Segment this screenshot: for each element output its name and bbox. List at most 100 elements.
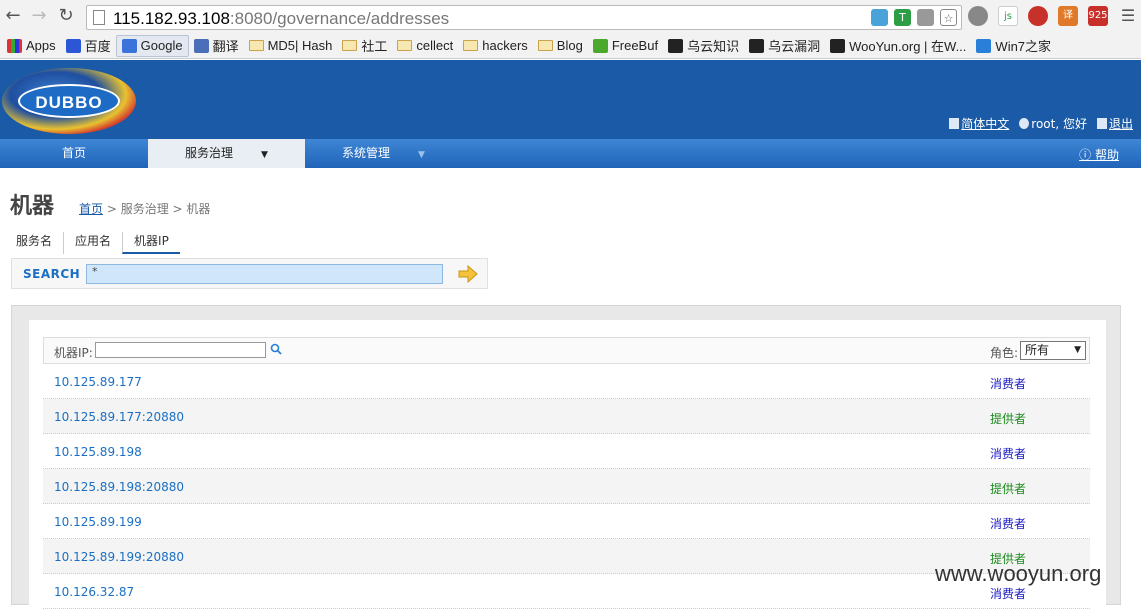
- chevron-down-icon: ▼: [418, 150, 425, 160]
- address-list: 10.125.89.177 消费者 10.125.89.177:20880 提供者 10…: [43, 364, 1090, 609]
- user-greeting: root, 您好: [1019, 115, 1087, 132]
- badge-icon[interactable]: 925: [1088, 6, 1108, 26]
- chevron-down-icon: ▼: [1074, 345, 1081, 355]
- forward-icon[interactable]: →: [28, 5, 50, 27]
- menu-home[interactable]: 首页: [0, 139, 148, 168]
- address-link[interactable]: 10.125.89.177:20880: [54, 410, 184, 424]
- role-label: 消费者: [990, 517, 1027, 531]
- search-input[interactable]: *: [86, 264, 443, 284]
- bookmark-freebuf[interactable]: FreeBuf: [588, 35, 663, 57]
- role-label: 消费者: [990, 447, 1027, 461]
- list-item: 10.126.32.87 消费者: [43, 574, 1090, 609]
- list-item: 10.125.89.199:20880 提供者: [43, 539, 1090, 574]
- reload-icon[interactable]: ↻: [55, 5, 77, 27]
- filter-bar: 机器IP: 角色: 所有 ▼: [43, 337, 1090, 364]
- chevron-down-icon: ▼: [261, 150, 268, 160]
- user-icon: [1019, 118, 1030, 129]
- extension-icon[interactable]: [871, 9, 888, 26]
- address-link[interactable]: 10.125.89.199:20880: [54, 550, 184, 564]
- ip-filter-input[interactable]: [95, 342, 266, 358]
- goo-icon[interactable]: [1028, 6, 1048, 26]
- app-header: DUBBO 简体中文 root, 您好 退出: [0, 60, 1141, 139]
- list-item: 10.125.89.198 消费者: [43, 434, 1090, 469]
- bookmark-translate[interactable]: 翻译: [189, 35, 244, 57]
- folder-icon: [248, 40, 264, 51]
- translate-bm-icon: [193, 38, 209, 53]
- menu-system[interactable]: 系统管理 ▼: [305, 139, 462, 168]
- translate-ext-icon[interactable]: 译: [1058, 6, 1078, 26]
- wooyun-icon: [830, 38, 846, 53]
- star-icon[interactable]: ☆: [940, 9, 957, 26]
- address-link[interactable]: 10.125.89.198: [54, 445, 142, 459]
- list-item: 10.125.89.177 消费者: [43, 364, 1090, 399]
- url-text[interactable]: 115.182.93.108:8080/governance/addresses: [113, 9, 449, 29]
- win7-icon: [976, 38, 992, 53]
- tab-app-name[interactable]: 应用名: [63, 232, 122, 254]
- language-link[interactable]: 简体中文: [949, 115, 1009, 132]
- bookmark-google[interactable]: Google: [115, 34, 189, 57]
- bookmark-apps[interactable]: Apps: [2, 35, 61, 57]
- ip-filter-label: 机器IP:: [54, 346, 93, 360]
- shield-icon[interactable]: T: [894, 9, 911, 26]
- role-filter-label: 角色:: [990, 346, 1019, 360]
- role-label: 消费者: [990, 377, 1027, 391]
- page-title: 机器: [10, 194, 55, 219]
- logout-icon: [1096, 118, 1107, 129]
- logout-link[interactable]: 退出: [1096, 115, 1133, 132]
- address-link[interactable]: 10.126.32.87: [54, 585, 134, 599]
- wooyun-icon: [668, 38, 684, 53]
- bookmark-baidu[interactable]: 百度: [61, 35, 116, 57]
- menu-icon[interactable]: ☰: [1118, 6, 1138, 26]
- role-select[interactable]: 所有 ▼: [1020, 341, 1086, 360]
- bookmark-blog[interactable]: Blog: [533, 35, 588, 57]
- results-panel: 机器IP: 角色: 所有 ▼ 10.125.89.177 消费者 10.125.89.…: [11, 305, 1121, 610]
- address-link[interactable]: 10.125.89.199: [54, 515, 142, 529]
- bookmark-cellect[interactable]: cellect: [392, 35, 458, 57]
- role-label: 提供者: [990, 482, 1027, 496]
- translate-icon[interactable]: [917, 9, 934, 26]
- list-item: 10.125.89.199 消费者: [43, 504, 1090, 539]
- bookmark-wooyun-org[interactable]: WooYun.org | 在W...: [825, 35, 971, 57]
- bookmarks-bar: Apps 百度 Google 翻译 MD5| Hash 社工 cellect h…: [0, 33, 1141, 59]
- tab-service-name[interactable]: 服务名: [16, 232, 63, 254]
- bookmark-wooyun-bugs[interactable]: 乌云漏洞: [744, 35, 825, 57]
- bookmark-win7[interactable]: Win7之家: [971, 35, 1056, 57]
- menu-governance[interactable]: 服务治理 ▼: [148, 139, 305, 168]
- breadcrumb: 首页 > 服务治理 > 机器: [79, 202, 211, 216]
- back-icon[interactable]: ←: [2, 5, 24, 27]
- list-item: 10.125.89.177:20880 提供者: [43, 399, 1090, 434]
- search-icon[interactable]: [270, 343, 282, 355]
- bookmark-wooyun-knowledge[interactable]: 乌云知识: [663, 35, 744, 57]
- bookmark-hackers[interactable]: hackers: [458, 35, 533, 57]
- folder-icon: [397, 40, 413, 51]
- address-bar[interactable]: 115.182.93.108:8080/governance/addresses…: [86, 5, 962, 30]
- folder-icon: [342, 40, 358, 51]
- bookmark-shegong[interactable]: 社工: [337, 35, 392, 57]
- google-icon: [121, 38, 137, 53]
- globe-icon[interactable]: [968, 6, 988, 26]
- tab-machine-ip[interactable]: 机器IP: [122, 232, 180, 254]
- search-label: SEARCH: [23, 267, 81, 281]
- watermark: www.wooyun.org: [935, 561, 1102, 586]
- help-icon: ⓘ: [1079, 148, 1092, 162]
- main-menu: 首页 服务治理 ▼ 系统管理 ▼ ⓘ 帮助: [0, 139, 1141, 168]
- help-link[interactable]: ⓘ 帮助: [1079, 146, 1119, 163]
- folder-icon: [463, 40, 479, 51]
- bookmark-md5[interactable]: MD5| Hash: [244, 35, 338, 57]
- role-label: 消费者: [990, 587, 1027, 601]
- breadcrumb-home[interactable]: 首页: [79, 202, 103, 216]
- role-label: 提供者: [990, 412, 1027, 426]
- document-icon: [949, 118, 960, 129]
- browser-toolbar: ← → ↻ 115.182.93.108:8080/governance/add…: [0, 0, 1141, 33]
- list-item: 10.125.89.198:20880 提供者: [43, 469, 1090, 504]
- baidu-icon: [65, 38, 81, 53]
- apps-icon: [7, 38, 22, 53]
- freebuf-icon: [592, 38, 608, 53]
- search-box: SEARCH *: [11, 258, 488, 289]
- arrow-right-icon[interactable]: [458, 265, 478, 283]
- js-icon[interactable]: js: [998, 6, 1018, 26]
- folder-icon: [537, 40, 553, 51]
- dubbo-logo[interactable]: DUBBO: [2, 68, 136, 134]
- address-link[interactable]: 10.125.89.177: [54, 375, 142, 389]
- address-link[interactable]: 10.125.89.198:20880: [54, 480, 184, 494]
